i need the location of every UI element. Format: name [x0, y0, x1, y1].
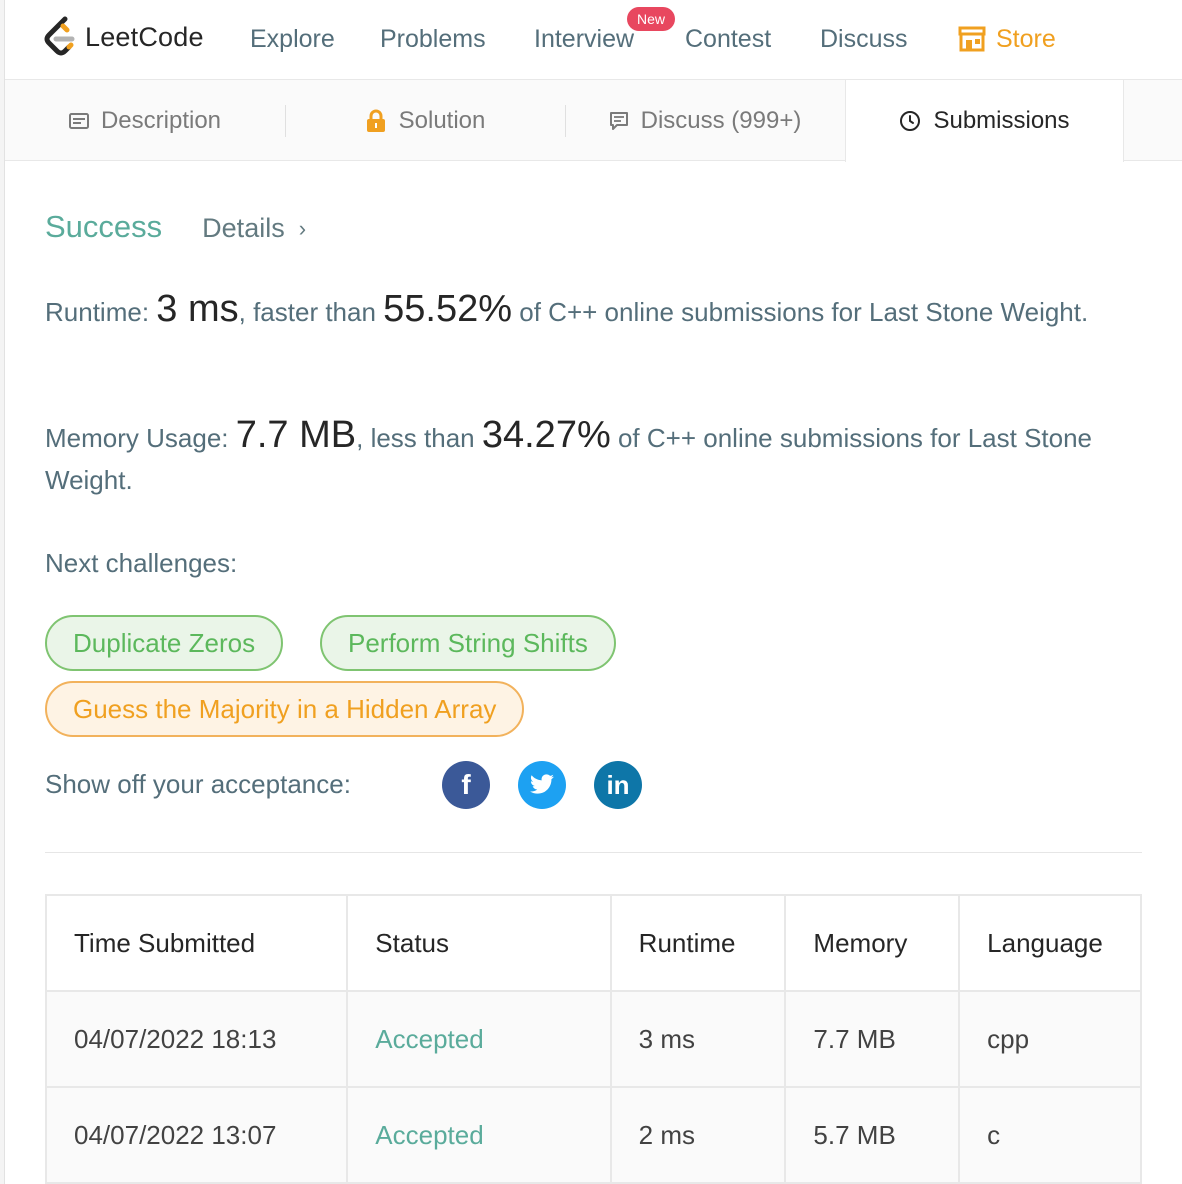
status-row: Success Details › [45, 209, 306, 245]
facebook-icon: f [461, 769, 471, 800]
window-edge [0, 0, 5, 1184]
problem-tabs: Description Solution Discuss (999+) Subm… [5, 80, 1182, 162]
nav-problems[interactable]: Problems [380, 22, 486, 56]
memory-stat: Memory Usage: 7.7 MB, less than 34.27% o… [45, 414, 1135, 501]
nav-contest[interactable]: Contest [685, 22, 771, 56]
tab-solution[interactable]: Solution [285, 80, 565, 161]
logo-text: LeetCode [85, 21, 204, 52]
leetcode-submission-page: LeetCode Explore Problems Interview New … [0, 0, 1182, 1184]
tab-solution-label: Solution [398, 106, 486, 134]
share-label: Show off your acceptance: [45, 769, 351, 799]
cell-status-link[interactable]: Accepted [346, 1086, 612, 1184]
logo[interactable]: LeetCode [43, 14, 204, 60]
details-label: Details [202, 213, 285, 243]
lock-icon [365, 109, 387, 133]
runtime-percent: 55.52% [383, 288, 513, 330]
new-badge: New [627, 7, 676, 31]
chat-icon [609, 111, 629, 131]
cell-runtime: 2 ms [609, 1086, 787, 1184]
runtime-stat: Runtime: 3 ms, faster than 55.52% of C++… [45, 288, 1135, 333]
challenge-guess-majority[interactable]: Guess the Majority in a Hidden Array [45, 681, 525, 737]
tab-description-label: Description [100, 106, 222, 134]
challenge-perform-string-shifts[interactable]: Perform String Shifts [320, 615, 616, 671]
tab-submissions-label: Submissions [933, 107, 1070, 134]
cell-memory: 7.7 MB [784, 990, 961, 1088]
cell-time: 04/07/2022 13:07 [44, 1086, 349, 1184]
table-header-row: Time Submitted Status Runtime Memory Lan… [44, 894, 1142, 992]
runtime-mid: , faster than [238, 297, 384, 327]
runtime-label: Runtime: [45, 297, 157, 327]
cell-time: 04/07/2022 18:13 [44, 990, 349, 1088]
nav-discuss[interactable]: Discuss [820, 22, 908, 56]
submissions-table: Time Submitted Status Runtime Memory Lan… [44, 894, 1142, 1184]
tab-discuss[interactable]: Discuss (999+) [565, 80, 845, 161]
table-row: 04/07/2022 13:07 Accepted 2 ms 5.7 MB c [44, 1086, 1142, 1184]
cell-language: cpp [958, 990, 1142, 1088]
table-row: 04/07/2022 18:13 Accepted 3 ms 7.7 MB cp… [44, 990, 1142, 1088]
header-time-submitted[interactable]: Time Submitted [44, 894, 349, 992]
header-language[interactable]: Language [958, 894, 1142, 992]
chevron-right-icon: › [298, 215, 307, 241]
runtime-tail: of C++ online submissions for Last Stone… [512, 297, 1089, 327]
section-divider [45, 852, 1142, 853]
store-label: Store [996, 25, 1056, 53]
twitter-share-button[interactable] [518, 761, 566, 809]
nav-store[interactable]: Store [958, 22, 1056, 56]
tab-submissions[interactable]: Submissions [845, 80, 1124, 162]
nav-interview[interactable]: Interview [534, 22, 634, 56]
next-challenges-label: Next challenges: [45, 548, 238, 578]
description-icon [68, 112, 89, 129]
tab-discuss-label: Discuss (999+) [640, 106, 802, 134]
twitter-icon [530, 774, 554, 794]
nav-explore[interactable]: Explore [250, 22, 335, 56]
memory-percent: 34.27% [481, 414, 611, 456]
challenge-duplicate-zeros[interactable]: Duplicate Zeros [45, 615, 284, 671]
memory-mid: , less than [356, 423, 482, 453]
tab-description[interactable]: Description [5, 80, 285, 161]
success-status: Success [45, 209, 163, 244]
linkedin-share-button[interactable]: in [594, 761, 642, 809]
clock-icon [899, 110, 921, 132]
runtime-value: 3 ms [156, 288, 239, 330]
cell-memory: 5.7 MB [784, 1086, 961, 1184]
header-status[interactable]: Status [346, 894, 612, 992]
memory-label: Memory Usage: [45, 423, 236, 453]
linkedin-icon: in [606, 769, 630, 800]
facebook-share-button[interactable]: f [442, 761, 490, 809]
memory-value: 7.7 MB [235, 414, 357, 456]
cell-language: c [958, 1086, 1142, 1184]
store-icon [958, 26, 986, 52]
cell-runtime: 3 ms [609, 990, 787, 1088]
header-memory[interactable]: Memory [784, 894, 961, 992]
details-link[interactable]: Details › [202, 213, 306, 244]
leetcode-logo-icon [44, 16, 75, 56]
cell-status-link[interactable]: Accepted [346, 990, 612, 1088]
header-runtime[interactable]: Runtime [609, 894, 787, 992]
top-nav: LeetCode Explore Problems Interview New … [5, 0, 1182, 80]
